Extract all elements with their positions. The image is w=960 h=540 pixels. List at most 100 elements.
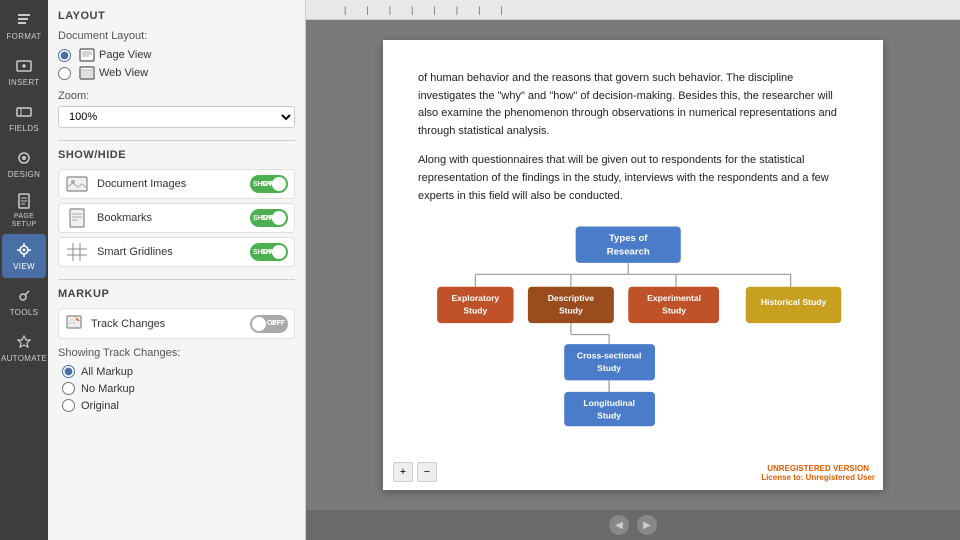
toggle-knob-2 (272, 211, 286, 225)
ruler: |||||||| (306, 0, 960, 20)
page-view-option[interactable]: Page View (58, 48, 295, 62)
sidebar-item-page-setup-label: PAGE SETUP (2, 213, 46, 228)
all-markup-option[interactable]: All Markup (62, 365, 295, 378)
original-label: Original (81, 400, 119, 412)
svg-text:Longitudinal: Longitudinal (583, 398, 635, 408)
no-markup-option[interactable]: No Markup (62, 382, 295, 395)
svg-text:Cross-sectional: Cross-sectional (577, 351, 641, 361)
markup-section: MARKUP Track Changes OFF Showing Track (58, 288, 295, 412)
toggle-knob-3 (272, 245, 286, 259)
web-view-icon (79, 66, 95, 80)
layout-title: LAYOUT (58, 10, 295, 22)
zoom-in-button[interactable]: + (393, 462, 413, 482)
bookmarks-label: Bookmarks (97, 212, 152, 224)
show-hide-title: SHOW/HIDE (58, 149, 295, 161)
zoom-select[interactable]: 100% 50% 75% 125% 150% 200% (58, 106, 295, 128)
smart-gridlines-icon (65, 242, 89, 262)
zoom-controls: + − (393, 462, 437, 482)
tc-knob (252, 317, 266, 331)
track-changes-label: Track Changes (91, 318, 165, 330)
research-diagram: Types of Research Exploratory Study (418, 217, 848, 432)
svg-text:Types of: Types of (609, 233, 648, 244)
all-markup-label: All Markup (81, 366, 133, 378)
bookmarks-toggle[interactable]: SHOW (250, 209, 288, 227)
page-view-radio[interactable] (58, 49, 71, 62)
sidebar-item-page-setup[interactable]: PAGE SETUP (2, 188, 46, 232)
longitudinal-node (564, 392, 655, 426)
bookmarks-row: Bookmarks SHOW (58, 203, 295, 233)
document-images-icon (65, 174, 89, 194)
svg-text:Study: Study (463, 306, 487, 316)
sidebar-item-design-label: DESIGN (8, 170, 40, 179)
sidebar-item-insert[interactable]: INSERT (2, 50, 46, 94)
document-images-toggle[interactable]: SHOW (250, 175, 288, 193)
smart-gridlines-label: Smart Gridlines (97, 246, 173, 258)
svg-text:Research: Research (607, 246, 650, 257)
show-hide-section: SHOW/HIDE Document Images SHOW (58, 149, 295, 267)
sidebar-item-tools-label: TOOLS (10, 308, 38, 317)
no-markup-radio[interactable] (62, 382, 75, 395)
original-radio[interactable] (62, 399, 75, 412)
sidebar-item-automate[interactable]: AUTOMATE (2, 326, 46, 370)
smart-gridlines-toggle[interactable]: SHOW (250, 243, 288, 261)
markup-options: All Markup No Markup Original (58, 365, 295, 412)
view-radio-group: Page View Web View (58, 48, 295, 80)
next-page-button[interactable]: ▶ (637, 515, 657, 535)
track-changes-toggle[interactable]: OFF (250, 315, 288, 333)
all-markup-radio[interactable] (62, 365, 75, 378)
prev-page-button[interactable]: ◀ (609, 515, 629, 535)
page-view-icon (79, 48, 95, 62)
zoom-out-button[interactable]: − (417, 462, 437, 482)
sidebar-item-fields-label: FIELDS (9, 124, 39, 133)
document-page: of human behavior and the reasons that g… (383, 40, 883, 490)
sidebar-item-format-label: FORMAT (7, 32, 42, 41)
zoom-section: Zoom: 100% 50% 75% 125% 150% 200% (58, 90, 295, 128)
track-changes-icon (65, 313, 83, 334)
svg-text:Study: Study (597, 363, 621, 373)
web-view-option[interactable]: Web View (58, 66, 295, 80)
track-changes-row: Track Changes OFF (58, 308, 295, 339)
main-content: |||||||| of human behavior and the reaso… (306, 0, 960, 540)
icon-sidebar: FORMAT INSERT FIELDS DESIGN PAGE SETUP (0, 0, 48, 540)
unregistered-badge: UNREGISTERED VERSION License to: Unregis… (761, 464, 875, 482)
sidebar-item-fields[interactable]: FIELDS (2, 96, 46, 140)
svg-text:Historical Study: Historical Study (761, 297, 827, 307)
paragraph-2: Along with questionnaires that will be g… (418, 152, 848, 205)
sidebar-item-design[interactable]: DESIGN (2, 142, 46, 186)
web-view-label: Web View (99, 67, 148, 79)
divider-1 (58, 140, 295, 141)
layout-section: LAYOUT Document Layout: Page View (58, 10, 295, 128)
paragraph-1: of human behavior and the reasons that g… (418, 70, 848, 140)
toggle-knob (272, 177, 286, 191)
page-view-label: Page View (99, 49, 151, 61)
unregistered-text: UNREGISTERED VERSION License to: Unregis… (761, 464, 875, 482)
bookmarks-icon (65, 208, 89, 228)
document-layout-label: Document Layout: (58, 30, 295, 42)
sidebar-item-view-label: VIEW (13, 262, 35, 271)
sidebar-item-view[interactable]: VIEW (2, 234, 46, 278)
page-navigation: ◀ ▶ (306, 510, 960, 540)
web-view-radio[interactable] (58, 67, 71, 80)
document-images-row: Document Images SHOW (58, 169, 295, 199)
smart-gridlines-row: Smart Gridlines SHOW (58, 237, 295, 267)
showing-label: Showing Track Changes: (58, 347, 295, 359)
svg-text:Study: Study (662, 306, 686, 316)
view-panel: LAYOUT Document Layout: Page View (48, 0, 306, 540)
document-area[interactable]: of human behavior and the reasons that g… (306, 20, 960, 510)
sidebar-item-tools[interactable]: TOOLS (2, 280, 46, 324)
svg-text:Exploratory: Exploratory (451, 293, 499, 303)
svg-text:Study: Study (597, 411, 621, 421)
document-images-label: Document Images (97, 178, 186, 190)
diagram-container: Types of Research Exploratory Study (418, 217, 848, 432)
sidebar-item-format[interactable]: FORMAT (2, 4, 46, 48)
zoom-label: Zoom: (58, 90, 295, 102)
sidebar-item-insert-label: INSERT (9, 78, 40, 87)
divider-2 (58, 279, 295, 280)
no-markup-label: No Markup (81, 383, 135, 395)
svg-text:Descriptive: Descriptive (548, 293, 595, 303)
original-option[interactable]: Original (62, 399, 295, 412)
svg-text:Experimental: Experimental (647, 293, 701, 303)
svg-text:Study: Study (559, 306, 583, 316)
markup-title: MARKUP (58, 288, 295, 300)
sidebar-item-automate-label: AUTOMATE (1, 354, 47, 363)
